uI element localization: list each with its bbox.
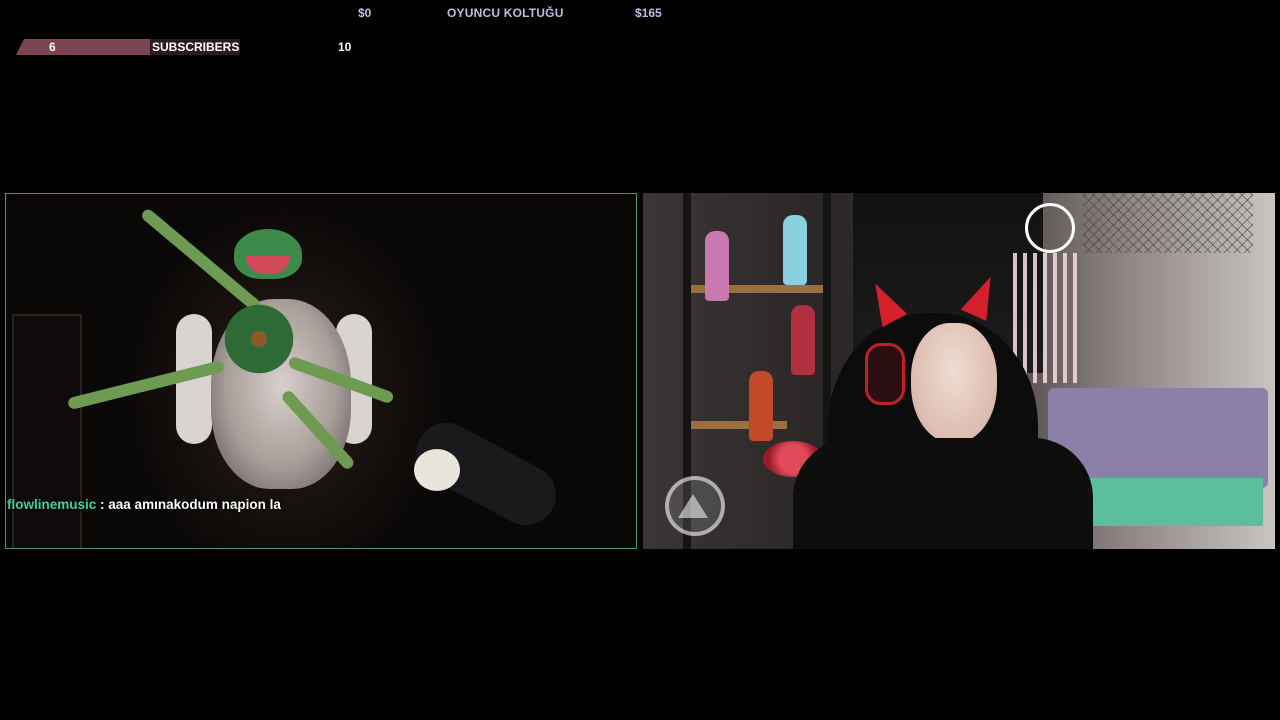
subscriber-goal-bar: 6 SUBSCRIBERS 10 — [16, 38, 366, 58]
microphone-windscreen — [414, 449, 460, 491]
subscriber-count: 6 — [49, 40, 56, 54]
chat-text: aaa amınakodum napion la — [108, 497, 281, 512]
chat-message-overlay: flowlinemusic : aaa amınakodum napion la — [7, 497, 281, 512]
goal-start-amount: $0 — [358, 6, 372, 20]
doll-figure — [783, 215, 807, 285]
chat-separator: : — [96, 497, 109, 512]
donation-goal-bar: $0 OYUNCU KOLTUĞU $165 — [0, 0, 700, 24]
subscriber-goal: 10 — [338, 40, 352, 54]
goal-title: OYUNCU KOLTUĞU — [447, 6, 564, 20]
streamer-face — [911, 323, 997, 443]
chat-username: flowlinemusic — [7, 497, 97, 512]
background-door — [12, 314, 82, 548]
flower-filter — [219, 299, 299, 379]
left-webcam-feed: flowlinemusic : aaa amınakodum napion la — [5, 193, 637, 549]
watermark-icon — [665, 476, 725, 536]
doll-figure — [749, 371, 773, 441]
right-webcam-feed — [643, 193, 1275, 549]
streamer-body — [793, 438, 1093, 549]
decorative-web — [1083, 193, 1253, 253]
subscriber-progress-fill — [16, 39, 151, 55]
goal-target-amount: $165 — [635, 6, 662, 20]
doll-figure — [705, 231, 729, 301]
streamer-headphone — [865, 343, 905, 405]
subscriber-label: SUBSCRIBERS — [152, 40, 240, 54]
dreamcatcher-feathers — [1013, 253, 1083, 383]
dreamcatcher-heart — [1025, 203, 1075, 253]
doll-figure — [791, 305, 815, 375]
